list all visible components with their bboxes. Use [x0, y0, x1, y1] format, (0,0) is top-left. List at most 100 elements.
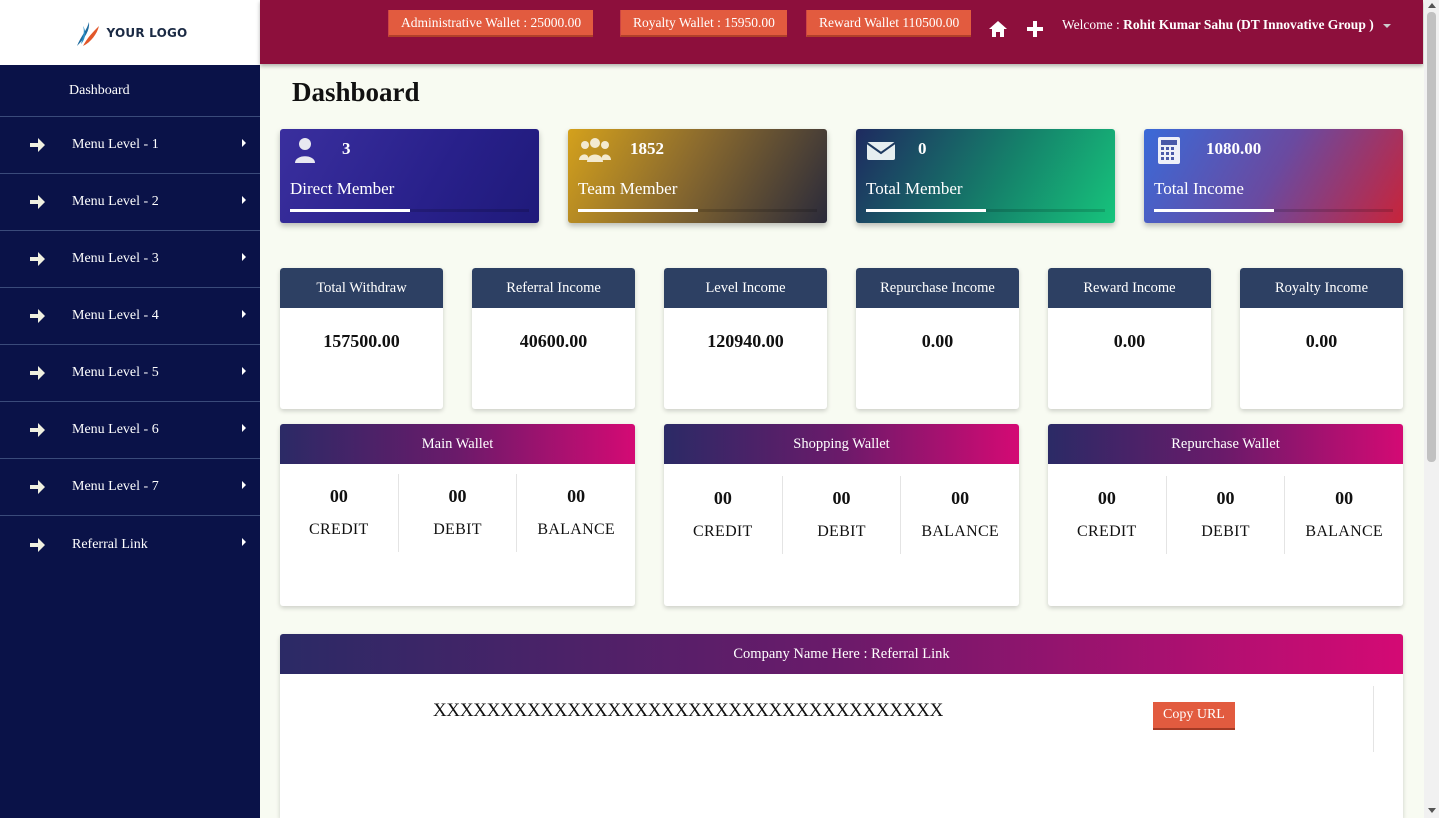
arrow-right-icon: [30, 195, 45, 209]
wallet-card-repurchase: Repurchase Wallet 00 CREDIT 00 DEBIT 00 BAL…: [1048, 424, 1403, 606]
income-card-value: 0.00: [921, 331, 954, 351]
reward-wallet-button[interactable]: Reward Wallet 110500.00: [806, 10, 972, 37]
credit-label: CREDIT: [1077, 523, 1137, 540]
income-card-title: Level Income: [664, 268, 827, 308]
debit-value: 00: [448, 486, 467, 506]
sidebar-item-menu-level-3[interactable]: Menu Level - 3: [0, 231, 260, 288]
sidebar-item-label: Menu Level - 5: [72, 365, 159, 380]
stat-card-total-income[interactable]: 1080.00 Total Income: [1144, 129, 1403, 223]
logo-text: YOUR LOGO: [106, 25, 188, 40]
credit-value: 00: [329, 486, 348, 506]
progress-fill: [290, 209, 410, 212]
credit-label: CREDIT: [309, 521, 369, 538]
income-card-title: Total Withdraw: [280, 268, 443, 308]
chevron-right-icon: [242, 139, 246, 147]
arrow-right-icon: [30, 537, 45, 552]
balance-value: 00: [567, 486, 586, 506]
arrow-right-icon: [30, 480, 45, 494]
sidebar-item-dashboard[interactable]: Dashboard: [0, 65, 260, 117]
sidebar-item-menu-level-1[interactable]: Menu Level - 1: [0, 117, 260, 174]
progress-track: [866, 209, 1105, 212]
income-card-title: Referral Income: [472, 268, 635, 308]
progress-fill: [578, 209, 698, 212]
sidebar-item-referral-link[interactable]: Referral Link: [0, 516, 260, 573]
sidebar-item-menu-level-7[interactable]: Menu Level - 7: [0, 459, 260, 516]
stat-label: Direct Member: [290, 179, 395, 198]
wallet-card-title: Shopping Wallet: [664, 424, 1019, 464]
chevron-right-icon: [242, 481, 246, 489]
sidebar-item-menu-level-4[interactable]: Menu Level - 4: [0, 288, 260, 345]
stat-value: 3: [342, 139, 351, 158]
referral-link-text[interactable]: XXXXXXXXXXXXXXXXXXXXXXXXXXXXXXXXXXXXXX: [433, 700, 943, 722]
wallet-card-title: Repurchase Wallet: [1048, 424, 1403, 464]
wallet-card-shopping: Shopping Wallet 00 CREDIT 00 DEBIT 00 BALAN…: [664, 424, 1019, 606]
income-card-title: Reward Income: [1048, 268, 1211, 308]
debit-label: DEBIT: [817, 523, 866, 540]
plus-icon[interactable]: [1024, 18, 1046, 40]
stat-value: 1080.00: [1206, 139, 1262, 158]
arrow-right-icon: [30, 423, 45, 437]
stat-label: Team Member: [578, 179, 678, 198]
debit-value: 00: [1216, 488, 1235, 508]
chevron-right-icon: [242, 367, 246, 375]
debit-label: DEBIT: [433, 521, 482, 538]
chevron-right-icon: [242, 424, 246, 432]
royalty-wallet-button[interactable]: Royalty Wallet : 15950.00: [620, 10, 787, 37]
logo[interactable]: YOUR LOGO: [0, 0, 260, 65]
stat-value: 0: [918, 139, 927, 158]
sidebar-item-label: Menu Level - 1: [72, 137, 159, 152]
administrative-wallet-button[interactable]: Administrative Wallet : 25000.00: [388, 10, 594, 37]
sidebar-item-menu-level-2[interactable]: Menu Level - 2: [0, 174, 260, 231]
envelope-icon: [866, 142, 896, 160]
chevron-right-icon: [242, 196, 246, 204]
income-card-repurchase-income: Repurchase Income 0.00: [856, 268, 1019, 409]
income-card-value: 0.00: [1113, 331, 1146, 351]
arrow-right-icon: [30, 138, 45, 152]
user-name: Rohit Kumar Sahu (DT Innovative Group ): [1123, 17, 1374, 32]
progress-track: [1154, 209, 1393, 212]
chevron-down-icon: [1383, 23, 1392, 28]
logo-mark-icon: [76, 21, 99, 46]
progress-fill: [1154, 209, 1274, 212]
referral-card: Company Name Here : Referral Link XXXXXX…: [280, 634, 1403, 818]
stat-card-team-member[interactable]: 1852 Team Member: [568, 129, 827, 223]
credit-value: 00: [713, 488, 732, 508]
progress-track: [578, 209, 817, 212]
income-card-value: 157500.00: [323, 331, 400, 351]
scrollbar[interactable]: [1424, 0, 1439, 818]
balance-label: BALANCE: [921, 523, 999, 540]
divider: [1373, 686, 1374, 752]
sidebar-item-label: Menu Level - 7: [72, 479, 159, 494]
debit-value: 00: [832, 488, 851, 508]
income-card-value: 120940.00: [707, 331, 784, 351]
stat-value: 1852: [630, 139, 664, 158]
debit-label: DEBIT: [1201, 523, 1250, 540]
sidebar: Dashboard Menu Level - 1 Menu Level - 2 …: [0, 65, 260, 818]
home-icon[interactable]: [987, 18, 1009, 40]
credit-value: 00: [1097, 488, 1116, 508]
stat-label: Total Member: [866, 179, 963, 198]
scroll-down-icon[interactable]: [1428, 808, 1436, 813]
income-card-referral-income: Referral Income 40600.00: [472, 268, 635, 409]
sidebar-item-label: Menu Level - 2: [72, 194, 159, 209]
stat-card-total-member[interactable]: 0 Total Member: [856, 129, 1115, 223]
sidebar-item-label: Menu Level - 3: [72, 251, 159, 266]
page-title: Dashboard: [292, 77, 420, 107]
sidebar-item-menu-level-5[interactable]: Menu Level - 5: [0, 345, 260, 402]
sidebar-item-menu-level-6[interactable]: Menu Level - 6: [0, 402, 260, 459]
income-card-royalty-income: Royalty Income 0.00: [1240, 268, 1403, 409]
scroll-up-icon[interactable]: [1428, 3, 1436, 8]
sidebar-item-label: Menu Level - 4: [72, 308, 159, 323]
user-menu[interactable]: Welcome : Rohit Kumar Sahu (DT Innovativ…: [1062, 17, 1392, 33]
scroll-thumb[interactable]: [1427, 12, 1436, 462]
copy-url-button[interactable]: Copy URL: [1153, 702, 1235, 730]
sidebar-item-label: Menu Level - 6: [72, 422, 159, 437]
wallet-card-main: Main Wallet 00 CREDIT 00 DEBIT 00 BALANCE: [280, 424, 635, 606]
income-card-value: 0.00: [1305, 331, 1338, 351]
income-card-title: Royalty Income: [1240, 268, 1403, 308]
arrow-right-icon: [30, 366, 45, 380]
chevron-right-icon: [242, 253, 246, 261]
stat-card-direct-member[interactable]: 3 Direct Member: [280, 129, 539, 223]
balance-value: 00: [951, 488, 970, 508]
balance-value: 00: [1335, 488, 1354, 508]
